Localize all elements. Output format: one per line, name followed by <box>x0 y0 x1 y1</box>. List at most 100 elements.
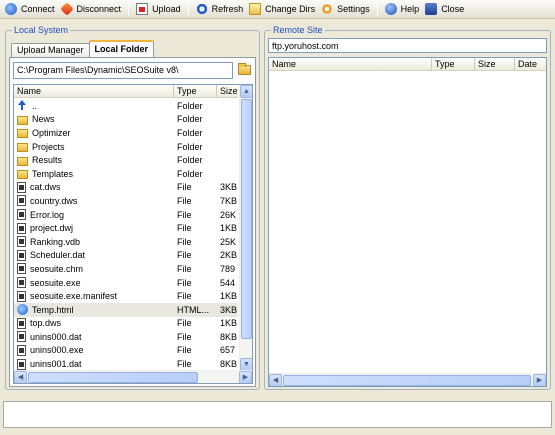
toolbar-button-label: Connect <box>21 4 55 14</box>
connect-button[interactable]: Connect <box>2 1 58 18</box>
column-header-date[interactable]: Date <box>515 58 546 71</box>
scroll-left-arrow-icon[interactable]: ◀ <box>269 374 282 386</box>
column-header-type[interactable]: Type <box>174 85 217 98</box>
file-icon <box>17 181 26 193</box>
toolbar-separator <box>376 2 378 16</box>
remote-address-input[interactable]: ftp.yoruhost.com <box>268 38 547 53</box>
scroll-right-arrow-icon[interactable]: ▶ <box>533 374 546 386</box>
file-row[interactable]: unins000.exe File 657 <box>14 344 238 358</box>
scroll-thumb[interactable] <box>283 375 531 386</box>
file-row[interactable]: Projects Folder <box>14 140 238 154</box>
toolbar-button-label: Refresh <box>211 4 244 14</box>
tab-local-folder[interactable]: Local Folder <box>88 40 155 57</box>
file-row[interactable]: Temp.html HTML... 3KB <box>14 302 238 317</box>
toolbar-button-label: Settings <box>337 4 370 14</box>
file-row[interactable]: Scheduler.dat File 2KB <box>14 249 238 263</box>
file-icon <box>17 317 26 329</box>
tab-upload-manager[interactable]: Upload Manager <box>11 43 90 57</box>
disconnect-button[interactable]: Disconnect <box>58 1 125 18</box>
column-header-name[interactable]: Name <box>269 58 432 71</box>
local-vertical-scrollbar[interactable]: ▲ ▼ <box>239 85 252 371</box>
file-type: File <box>177 209 192 220</box>
file-type: File <box>177 250 192 261</box>
file-name: Ranking.vdb <box>30 236 81 247</box>
html-icon <box>17 304 28 316</box>
scroll-thumb[interactable] <box>241 99 252 339</box>
file-name: Temp.html <box>32 304 74 315</box>
file-type: Folder <box>177 141 203 152</box>
help-button[interactable]: Help <box>382 1 423 18</box>
file-row[interactable]: country.dws File 7KB <box>14 194 238 208</box>
local-horizontal-scrollbar[interactable]: ◀ ▶ <box>14 370 252 383</box>
column-header-name[interactable]: Name <box>14 85 174 98</box>
file-name-cell: top.dws <box>14 317 174 329</box>
browse-folder-button[interactable] <box>236 61 253 78</box>
file-name-cell: Scheduler.dat <box>14 249 174 261</box>
file-row[interactable]: Templates Folder <box>14 167 238 181</box>
remote-file-list[interactable]: Name Type Size Date ◀ ▶ <box>268 57 547 387</box>
file-name-cell: unins001.dat <box>14 358 174 370</box>
file-icon <box>17 263 26 275</box>
column-header-size[interactable]: Size <box>475 58 515 71</box>
file-name-cell: unins000.exe <box>14 344 174 356</box>
close-button[interactable]: Close <box>422 1 467 18</box>
file-row[interactable]: .. Folder <box>14 99 238 113</box>
local-path-input[interactable]: C:\Program Files\Dynamic\SEOSuite v8\ <box>13 62 233 79</box>
local-system-panel: Local System Upload Manager Local Folder… <box>5 25 260 390</box>
file-name: Templates <box>32 168 74 179</box>
file-icon <box>17 344 26 356</box>
toolbar-separator <box>128 2 130 16</box>
file-row[interactable]: unins001.dat File 8KB <box>14 357 238 371</box>
file-row[interactable]: unins000.dat File 8KB <box>14 330 238 344</box>
refresh-button[interactable]: Refresh <box>193 1 247 18</box>
file-size: 7KB <box>220 195 238 206</box>
file-icon <box>17 236 26 248</box>
file-type: File <box>177 263 192 274</box>
file-name: Projects <box>32 141 65 152</box>
file-icon <box>17 249 26 261</box>
file-name-cell: Optimizer <box>14 127 174 139</box>
scroll-up-arrow-icon[interactable]: ▲ <box>240 85 252 98</box>
toolbar-button-label: Change Dirs <box>265 4 316 14</box>
file-row[interactable]: seosuite.exe.manifest File 1KB <box>14 289 238 303</box>
file-size: 8KB <box>220 359 238 370</box>
file-name-cell: Templates <box>14 168 174 180</box>
file-row[interactable]: Results Folder <box>14 153 238 167</box>
file-row[interactable]: seosuite.exe File 544 <box>14 276 238 290</box>
column-header-type[interactable]: Type <box>432 58 475 71</box>
toolbar: Connect Disconnect Upload Refresh Change Dir… <box>0 0 555 19</box>
scroll-right-arrow-icon[interactable]: ▶ <box>239 371 252 383</box>
upload-button[interactable]: Upload <box>133 1 184 18</box>
toolbar-button-label: Close <box>441 4 465 14</box>
file-icon <box>17 195 26 207</box>
scroll-thumb[interactable] <box>28 372 198 383</box>
file-row[interactable]: Error.log File 26K <box>14 208 238 222</box>
file-row[interactable]: Ranking.vdb File 25K <box>14 235 238 249</box>
settings-button[interactable]: Settings <box>318 1 373 18</box>
file-row[interactable]: seosuite.chm File 789 <box>14 262 238 276</box>
file-name-cell: Projects <box>14 141 174 153</box>
file-name-cell: country.dws <box>14 195 174 207</box>
file-size: 1KB <box>220 318 238 329</box>
connect-icon <box>5 3 17 15</box>
file-type: Folder <box>177 127 203 138</box>
local-list-header: Name Type Size <box>14 85 238 98</box>
file-type: File <box>177 236 192 247</box>
file-row[interactable]: News Folder <box>14 113 238 127</box>
file-row[interactable]: cat.dws File 3KB <box>14 181 238 195</box>
scroll-left-arrow-icon[interactable]: ◀ <box>14 371 27 383</box>
local-system-title: Local System <box>12 25 71 36</box>
file-type: File <box>177 359 192 370</box>
refresh-icon <box>195 3 208 15</box>
file-row[interactable]: top.dws File 1KB <box>14 317 238 331</box>
column-header-size[interactable]: Size <box>217 85 238 98</box>
file-type: File <box>177 318 192 329</box>
change-dirs-button[interactable]: Change Dirs <box>246 1 318 18</box>
file-row[interactable]: Optimizer Folder <box>14 126 238 140</box>
file-size: 789 <box>220 263 236 274</box>
file-name: News <box>32 114 55 125</box>
local-file-list[interactable]: Name Type Size .. Folder News Folder Optimiz… <box>13 84 253 384</box>
change-dirs-icon <box>249 3 262 15</box>
file-row[interactable]: project.dwj File 1KB <box>14 221 238 235</box>
remote-horizontal-scrollbar[interactable]: ◀ ▶ <box>269 373 546 386</box>
